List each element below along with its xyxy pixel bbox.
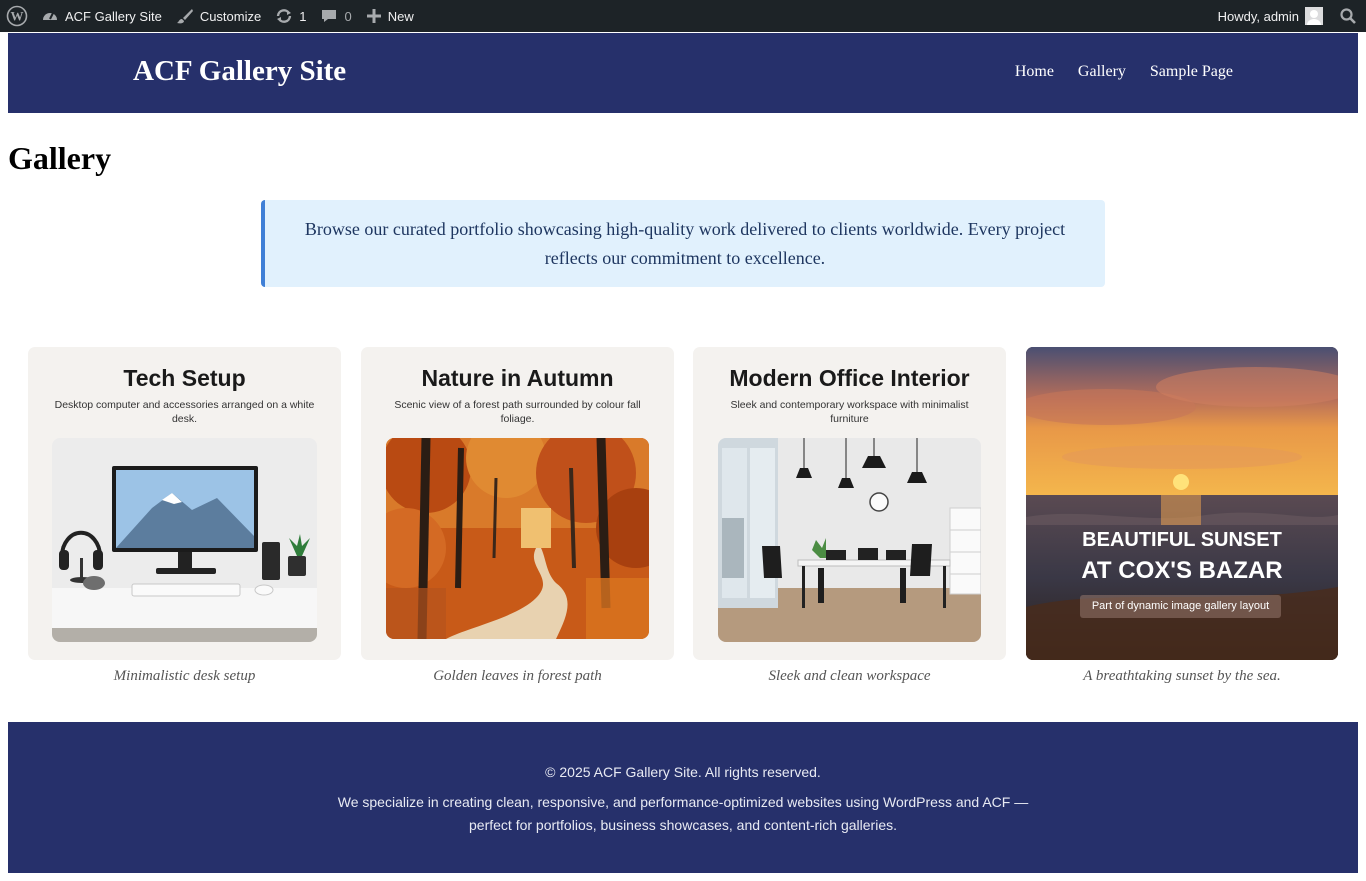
comments-count: 0 <box>344 8 352 24</box>
admin-bar-site-name[interactable]: ACF Gallery Site <box>34 0 169 32</box>
card-description: Desktop computer and accessories arrange… <box>54 399 315 425</box>
card-title: Modern Office Interior <box>729 365 970 391</box>
nav-sample-page[interactable]: Sample Page <box>1150 63 1233 81</box>
sunset-title-line2: AT COX'S BAZAR <box>1081 557 1283 584</box>
card-description: Scenic view of a forest path surrounded … <box>394 399 641 425</box>
main-nav: Home Gallery Sample Page <box>1015 63 1233 81</box>
office-interior-image <box>718 438 981 642</box>
admin-bar: W ACF Gallery Site Customize 1 0 New How… <box>0 0 1366 32</box>
site-name-label: ACF Gallery Site <box>65 8 162 24</box>
gallery-card-sunset[interactable]: BEAUTIFUL SUNSET AT COX'S BAZAR Part of … <box>1026 347 1338 660</box>
admin-bar-comments[interactable]: 0 <box>313 0 358 32</box>
gallery-card-modern-office[interactable]: Modern Office Interior Sleek and contemp… <box>693 347 1006 660</box>
admin-bar-account[interactable]: Howdy, admin <box>1211 0 1333 32</box>
footer-about: We specialize in creating clean, respons… <box>337 794 1029 833</box>
autumn-forest-image <box>386 438 649 639</box>
intro-notice: Browse our curated portfolio showcasing … <box>261 200 1105 287</box>
desk-setup-image <box>52 438 317 642</box>
svg-text:W: W <box>11 9 24 24</box>
card-caption: Golden leaves in forest path <box>433 668 602 684</box>
site-title[interactable]: ACF Gallery Site <box>133 55 346 88</box>
updates-icon <box>277 9 292 23</box>
admin-bar-updates[interactable]: 1 <box>268 0 313 32</box>
search-icon[interactable] <box>1333 0 1366 32</box>
new-label: New <box>387 8 414 24</box>
brush-icon <box>176 9 193 24</box>
admin-bar-new[interactable]: New <box>359 0 421 32</box>
page-title: Gallery <box>8 140 112 176</box>
updates-count: 1 <box>299 8 307 24</box>
sunset-badge: Part of dynamic image gallery layout <box>1080 595 1281 618</box>
card-caption: Sleek and clean workspace <box>768 668 931 684</box>
card-caption: Minimalistic desk setup <box>113 668 256 684</box>
nav-home[interactable]: Home <box>1015 63 1054 81</box>
nav-gallery[interactable]: Gallery <box>1078 63 1126 81</box>
gallery-card-nature-autumn[interactable]: Nature in Autumn Scenic view of a forest… <box>361 347 674 660</box>
howdy-label: Howdy, admin <box>1217 8 1299 24</box>
site-header: ACF Gallery Site Home Gallery Sample Pag… <box>8 33 1358 113</box>
card-title: Nature in Autumn <box>421 365 614 391</box>
wordpress-logo-icon[interactable]: W <box>0 0 34 32</box>
admin-bar-customize[interactable]: Customize <box>169 0 268 32</box>
card-description: Sleek and contemporary workspace with mi… <box>730 399 969 425</box>
card-title: Tech Setup <box>123 365 246 391</box>
sunset-title-line1: BEAUTIFUL SUNSET <box>1082 529 1282 551</box>
comment-icon <box>322 10 337 22</box>
card-caption: A breathtaking sunset by the sea. <box>1083 668 1281 684</box>
plus-icon <box>366 9 381 23</box>
customize-label: Customize <box>199 8 262 24</box>
footer-copyright: © 2025 ACF Gallery Site. All rights rese… <box>545 764 821 780</box>
site-footer: © 2025 ACF Gallery Site. All rights rese… <box>8 722 1358 873</box>
dashboard-icon <box>43 12 57 20</box>
gallery-card-tech-setup[interactable]: Tech Setup Desktop computer and accessor… <box>28 347 341 660</box>
avatar <box>1305 7 1323 25</box>
